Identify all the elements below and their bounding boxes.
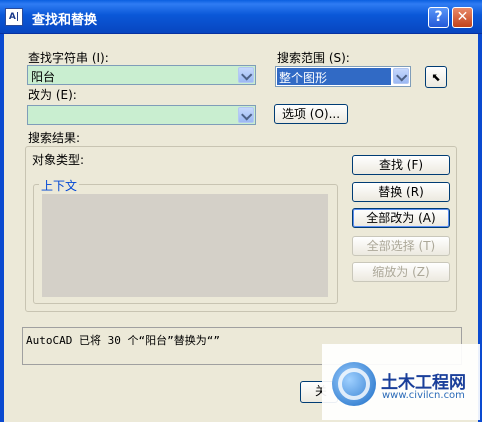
- find-combo[interactable]: 阳台: [27, 65, 256, 85]
- find-label: 查找字符串 (I):: [28, 51, 109, 65]
- scope-dropdown-arrow-icon[interactable]: [393, 68, 409, 84]
- app-icon: A|: [5, 8, 23, 26]
- find-dropdown-arrow-icon[interactable]: [238, 67, 254, 83]
- scope-label: 搜索范围 (S):: [277, 51, 350, 65]
- replace-label: 改为 (E):: [28, 88, 77, 102]
- find-button[interactable]: 查找 (F): [352, 155, 450, 175]
- status-message: AutoCAD 已将 30 个“阳台”替换为“”: [26, 334, 220, 347]
- watermark-ring-icon: [338, 368, 370, 400]
- replace-all-button[interactable]: 全部改为 (A): [352, 208, 450, 228]
- object-type-label: 对象类型:: [32, 153, 85, 167]
- select-all-button[interactable]: 全部选择 (T): [352, 236, 450, 256]
- close-button[interactable]: ✕: [452, 7, 473, 28]
- cursor-pick-icon: ⬉: [431, 71, 441, 84]
- replace-dropdown-arrow-icon[interactable]: [238, 107, 254, 123]
- replace-button[interactable]: 替换 (R): [352, 182, 450, 202]
- watermark-url: www.civilcn.com: [382, 390, 465, 401]
- window-title: 查找和替换: [32, 13, 98, 28]
- replace-combo[interactable]: [27, 105, 256, 125]
- select-objects-button[interactable]: ⬉: [425, 66, 447, 88]
- zoom-to-button[interactable]: 缩放为 (Z): [352, 262, 450, 282]
- context-label: 上下文: [39, 177, 80, 194]
- options-button[interactable]: 选项 (O)...: [274, 104, 348, 124]
- help-button[interactable]: ?: [428, 7, 449, 28]
- scope-combo[interactable]: 整个图形: [275, 66, 411, 87]
- window-frame-left: [0, 34, 4, 422]
- scope-value: 整个图形: [279, 71, 328, 85]
- find-value: 阳台: [31, 70, 56, 84]
- search-results-label: 搜索结果:: [28, 131, 81, 145]
- context-preview-area: [42, 194, 328, 297]
